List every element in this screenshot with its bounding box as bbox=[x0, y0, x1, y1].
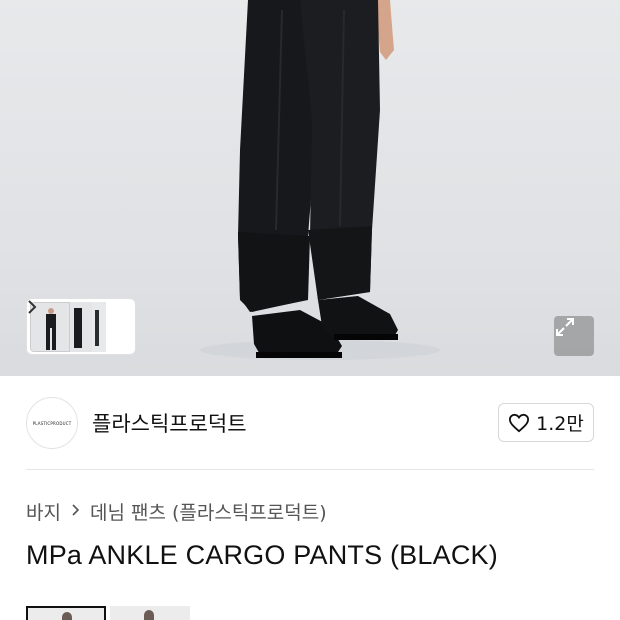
product-title: MPa ANKLE CARGO PANTS (BLACK) bbox=[26, 540, 498, 570]
brand-logo-text: PLASTICPRODUCT bbox=[32, 420, 72, 426]
breadcrumb: 바지 데님 팬츠 (플라스틱프로덕트) bbox=[26, 498, 327, 525]
brand-row: PLASTICPRODUCT 플라스틱프로덕트 1.2만 bbox=[26, 397, 594, 449]
brand-logo[interactable]: PLASTICPRODUCT bbox=[26, 397, 78, 449]
brand-name[interactable]: 플라스틱프로덕트 bbox=[92, 408, 247, 438]
divider bbox=[26, 469, 594, 470]
breadcrumb-item-subcategory[interactable]: 데님 팬츠 (플라스틱프로덕트) bbox=[90, 498, 327, 525]
thumbnail-2[interactable] bbox=[70, 301, 92, 352]
breadcrumb-item-category[interactable]: 바지 bbox=[26, 498, 61, 525]
thumbnail-3[interactable] bbox=[92, 301, 106, 352]
thumbnail-strip[interactable] bbox=[26, 298, 136, 355]
like-count: 1.2만 bbox=[536, 413, 584, 435]
chevron-right-icon[interactable] bbox=[28, 300, 132, 352]
expand-icon[interactable] bbox=[554, 316, 594, 356]
color-option-2[interactable] bbox=[110, 606, 190, 620]
heart-outline-icon bbox=[509, 413, 530, 432]
product-hero-image[interactable] bbox=[0, 0, 620, 376]
color-option-1[interactable] bbox=[26, 606, 106, 620]
chevron-right-icon bbox=[71, 502, 80, 521]
color-options bbox=[26, 606, 190, 620]
like-button[interactable]: 1.2만 bbox=[498, 403, 594, 442]
